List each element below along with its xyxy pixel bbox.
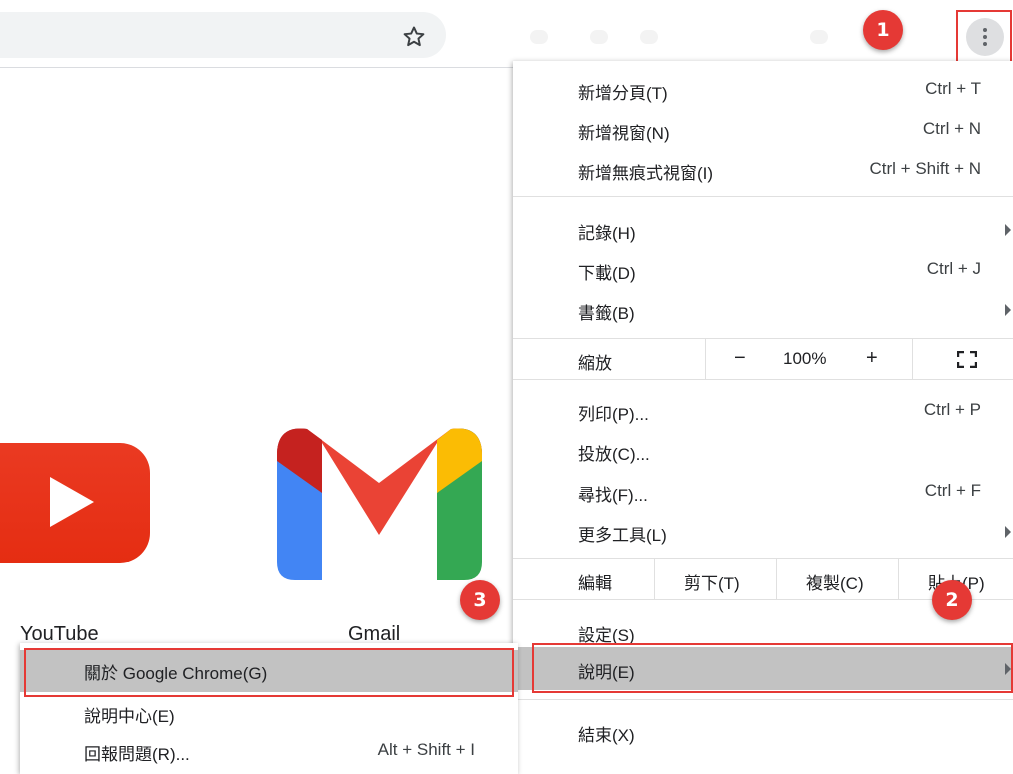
- copy-button[interactable]: 複製(C): [806, 569, 864, 594]
- menu-item-shortcut: Ctrl + P: [923, 400, 981, 419]
- step-badge-3: 3: [460, 580, 500, 620]
- menu-zoom-row: 縮放 − 100% +: [513, 339, 1013, 379]
- menu-item-new-incognito-window[interactable]: 新增無痕式視窗(I) Ctrl + Shift + N: [513, 150, 1013, 190]
- menu-item-label: 結束(X): [578, 726, 635, 745]
- zoom-out-button[interactable]: −: [734, 347, 746, 370]
- cut-button[interactable]: 剪下(T): [684, 569, 740, 594]
- menu-item-label: 更多工具(L): [578, 526, 667, 545]
- menu-item-label: 尋找(F)...: [578, 486, 648, 505]
- browser-toolbar: [0, 0, 1013, 68]
- menu-item-label: 下載(D): [578, 264, 636, 283]
- toolbar-divider: [0, 67, 515, 68]
- extension-icon[interactable]: [810, 30, 828, 44]
- extension-icon[interactable]: [640, 30, 658, 44]
- submenu-item-label: 回報問題(R)...: [84, 745, 190, 764]
- menu-item-shortcut: Ctrl + F: [924, 481, 981, 500]
- chevron-right-icon: [1005, 304, 1011, 316]
- menu-item-label: 新增視窗(N): [578, 124, 670, 143]
- help-highlight-frame: [532, 643, 1013, 693]
- menu-item-shortcut: Ctrl + N: [922, 119, 981, 138]
- submenu-item-label: 說明中心(E): [84, 707, 175, 726]
- menu-item-bookmarks[interactable]: 書籤(B): [513, 290, 1013, 330]
- submenu-item-shortcut: Alt + Shift + I: [377, 740, 475, 759]
- menu-item-new-window[interactable]: 新增視窗(N) Ctrl + N: [513, 110, 1013, 150]
- menu-item-label: 記錄(H): [578, 224, 636, 243]
- menu-item-label: 新增分頁(T): [578, 84, 668, 103]
- menu-divider: [513, 379, 1013, 380]
- zoom-in-button[interactable]: +: [866, 347, 878, 370]
- menu-item-label: 列印(P)...: [578, 405, 649, 424]
- menu-item-exit[interactable]: 結束(X): [513, 712, 1013, 752]
- menu-item-shortcut: Ctrl + Shift + N: [869, 159, 981, 178]
- submenu-item-report-issue[interactable]: 回報問題(R)... Alt + Shift + I: [20, 731, 518, 771]
- menu-item-shortcut: Ctrl + J: [926, 259, 981, 278]
- star-outline-icon[interactable]: [401, 24, 427, 50]
- menu-item-downloads[interactable]: 下載(D) Ctrl + J: [513, 250, 1013, 290]
- step-badge-1: 1: [863, 10, 903, 50]
- menu-item-label: 新增無痕式視窗(I): [578, 164, 714, 183]
- submenu-item-help-center[interactable]: 說明中心(E): [20, 693, 518, 733]
- chevron-right-icon: [1005, 224, 1011, 236]
- menu-item-new-tab[interactable]: 新增分頁(T) Ctrl + T: [513, 70, 1013, 110]
- menu-item-label: 書籤(B): [578, 304, 635, 323]
- three-dots-vertical-icon[interactable]: [966, 18, 1004, 56]
- menu-item-cast[interactable]: 投放(C)...: [513, 431, 1013, 471]
- menu-item-shortcut: Ctrl + T: [925, 79, 981, 98]
- about-highlight-frame: [24, 648, 514, 697]
- menu-divider: [513, 699, 1013, 700]
- edit-divider: [898, 559, 899, 599]
- menu-item-print[interactable]: 列印(P)... Ctrl + P: [513, 391, 1013, 431]
- extension-icon[interactable]: [590, 30, 608, 44]
- zoom-divider: [912, 339, 913, 379]
- menu-item-history[interactable]: 記錄(H): [513, 210, 1013, 250]
- gmail-icon[interactable]: [277, 425, 482, 580]
- edit-divider: [776, 559, 777, 599]
- menu-divider: [513, 196, 1013, 197]
- chrome-window: YouTube Gmail 新增分頁(T) Ctrl + T 新增視窗(N) C…: [0, 0, 1013, 774]
- menu-item-label: 投放(C)...: [578, 445, 650, 464]
- menu-item-more-tools[interactable]: 更多工具(L): [513, 512, 1013, 552]
- chevron-right-icon: [1005, 526, 1011, 538]
- edit-label: 編輯: [578, 574, 612, 593]
- edit-divider: [654, 559, 655, 599]
- address-bar[interactable]: [0, 12, 446, 58]
- extension-icon[interactable]: [530, 30, 548, 44]
- play-icon: [50, 477, 94, 527]
- zoom-divider: [705, 339, 706, 379]
- zoom-label: 縮放: [578, 354, 612, 373]
- zoom-level: 100%: [783, 349, 827, 368]
- fullscreen-icon[interactable]: [957, 351, 977, 368]
- step-badge-2: 2: [932, 580, 972, 620]
- menu-item-find[interactable]: 尋找(F)... Ctrl + F: [513, 472, 1013, 512]
